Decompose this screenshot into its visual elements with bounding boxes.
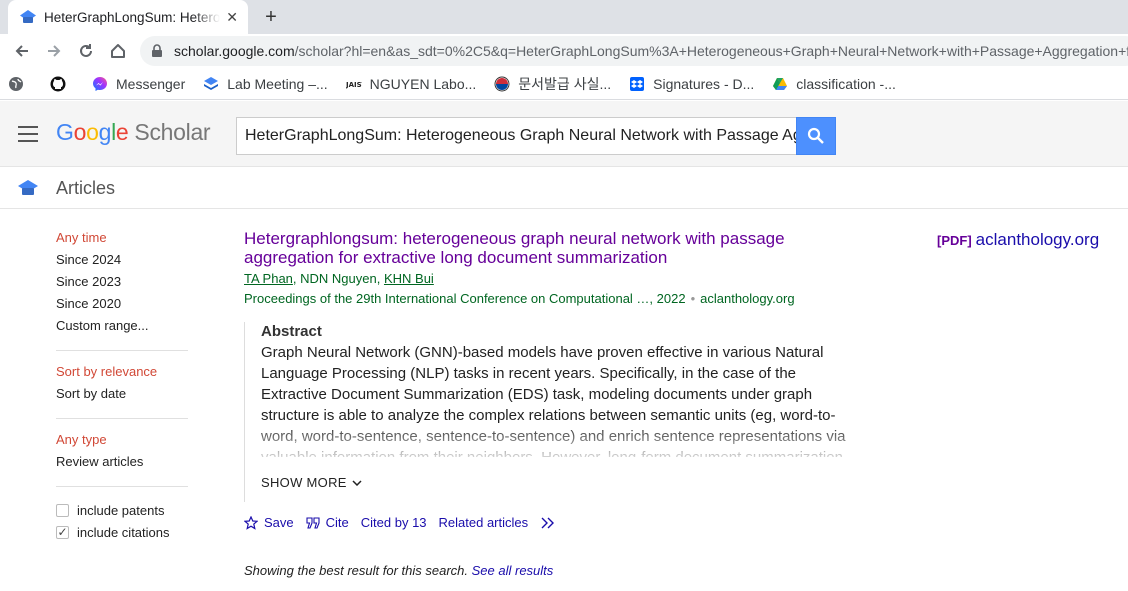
browser-toolbar: scholar.google.com/scholar?hl=en&as_sdt=… [0, 34, 1128, 68]
drive-icon [772, 76, 788, 92]
search-input[interactable]: HeterGraphLongSum: Heterogeneous Graph N… [236, 117, 797, 155]
pdf-link[interactable]: [PDF] aclanthology.org [937, 230, 1099, 250]
pdf-source: aclanthology.org [975, 230, 1100, 249]
quote-icon [306, 516, 320, 529]
bookmark-signatures[interactable]: Signatures - D... [629, 76, 754, 92]
abstract-panel: Abstract Graph Neural Network (GNN)-base… [244, 322, 854, 502]
bookmark-classification[interactable]: classification -... [772, 76, 896, 92]
result-venue: Proceedings of the 29th International Co… [244, 291, 795, 306]
reload-button[interactable] [70, 36, 102, 66]
globe-icon [8, 76, 24, 92]
cite-button[interactable]: Cite [306, 515, 349, 530]
scholar-header: Google Scholar HeterGraphLongSum: Heterog… [0, 101, 1128, 167]
browser-tabstrip: HeterGraphLongSum: Heterogeneous Graph N… [0, 0, 1128, 34]
url-host: scholar.google.com [174, 43, 295, 59]
filter-any-type[interactable]: Any type [56, 431, 188, 453]
korea-icon [494, 76, 510, 92]
save-button[interactable]: Save [244, 515, 294, 530]
double-chevron-right-icon [541, 517, 555, 528]
scholar-cap-icon [18, 180, 38, 195]
include-citations-label: include citations [77, 524, 170, 540]
forward-button[interactable] [38, 36, 70, 66]
bookmark-label: NGUYEN Labo... [369, 75, 477, 92]
abstract-heading: Abstract [261, 323, 322, 340]
jaist-icon: JAIST [346, 76, 362, 92]
search-icon [807, 127, 824, 144]
checkbox-unchecked-icon [56, 503, 69, 517]
bookmark-globe[interactable] [8, 76, 32, 92]
author-link[interactable]: TA Phan [244, 271, 293, 286]
back-button[interactable] [6, 36, 38, 66]
google-scholar-logo[interactable]: Google Scholar [56, 119, 211, 146]
divider [56, 350, 188, 351]
filter-any-time[interactable]: Any time [56, 229, 188, 251]
tab-title: HeterGraphLongSum: Heterogeneous Graph N… [44, 9, 221, 25]
bookmark-label: Lab Meeting –... [227, 75, 328, 92]
best-result-note: Showing the best result for this search.… [244, 563, 554, 578]
filter-review-articles[interactable]: Review articles [56, 453, 188, 475]
new-tab-button[interactable]: + [258, 4, 284, 30]
related-articles-link[interactable]: Related articles [439, 515, 529, 530]
github-icon [50, 76, 66, 92]
author-name: NDN Nguyen [300, 271, 377, 286]
bookmark-korea-docs[interactable]: 문서발급 사실... [494, 74, 611, 94]
search-result: Hetergraphlongsum: heterogeneous graph n… [244, 229, 854, 307]
tab-close-icon[interactable]: ✕ [226, 9, 238, 26]
filter-since-2024[interactable]: Since 2024 [56, 251, 188, 273]
bookmark-label: Signatures - D... [653, 75, 755, 92]
bookmark-github[interactable] [50, 76, 74, 92]
author-link[interactable]: KHN Bui [384, 271, 434, 286]
bookmark-nguyen-lab[interactable]: JAIST NGUYEN Labo... [346, 76, 477, 92]
bookmark-label: Messenger [116, 75, 186, 92]
svg-text:JAIST: JAIST [346, 81, 362, 89]
messenger-icon [92, 76, 108, 92]
divider [56, 418, 188, 419]
url-text: scholar.google.com/scholar?hl=en&as_sdt=… [174, 43, 1128, 59]
result-authors: TA Phan, NDN Nguyen, KHN Bui [244, 271, 434, 286]
scholar-favicon-icon [20, 10, 36, 23]
filter-since-2020[interactable]: Since 2020 [56, 295, 188, 317]
result-actions: Save Cite Cited by 13 Related articles [244, 515, 574, 530]
reload-icon [80, 44, 92, 57]
menu-icon[interactable] [18, 126, 38, 142]
layers-icon [203, 76, 219, 92]
more-options-button[interactable] [540, 517, 562, 529]
bookmarks-bar: Messenger Lab Meeting –... JAIST NGUYEN … [0, 68, 1128, 100]
result-title-link[interactable]: Hetergraphlongsum: heterogeneous graph n… [244, 229, 854, 267]
see-all-results-link[interactable]: See all results [472, 563, 554, 578]
home-button[interactable] [102, 36, 134, 66]
include-citations-checkbox[interactable]: ✓ include citations [56, 521, 188, 543]
star-icon [244, 515, 258, 530]
search-button[interactable] [796, 117, 836, 155]
bookmark-lab-meeting[interactable]: Lab Meeting –... [203, 75, 328, 92]
result-source: aclanthology.org [700, 291, 795, 306]
include-patents-label: include patents [77, 502, 165, 518]
section-title: Articles [56, 178, 116, 198]
show-more-button[interactable]: SHOW MORE [261, 475, 362, 490]
section-bar: Articles [0, 167, 1128, 209]
include-patents-checkbox[interactable]: include patents [56, 499, 188, 521]
cited-by-link[interactable]: Cited by 13 [361, 515, 427, 530]
checkmark-icon: ✓ [56, 525, 69, 539]
forward-arrow-icon [48, 45, 61, 57]
back-arrow-icon [15, 45, 28, 57]
bookmark-messenger[interactable]: Messenger [92, 76, 185, 92]
lock-icon [152, 44, 162, 57]
filter-custom-range[interactable]: Custom range... [56, 317, 188, 339]
divider [56, 486, 188, 487]
chevron-down-icon [352, 479, 362, 486]
dropbox-icon [629, 76, 645, 92]
filter-since-2023[interactable]: Since 2023 [56, 273, 188, 295]
home-icon [111, 44, 125, 58]
filter-sidebar: Any time Since 2024 Since 2023 Since 202… [56, 229, 188, 543]
sort-by-date[interactable]: Sort by date [56, 385, 188, 407]
pdf-tag: [PDF] [937, 233, 972, 248]
abstract-text: Graph Neural Network (GNN)-based models … [261, 344, 846, 457]
address-bar[interactable]: scholar.google.com/scholar?hl=en&as_sdt=… [140, 36, 1128, 66]
url-path: /scholar?hl=en&as_sdt=0%2C5&q=HeterGraph… [294, 43, 1128, 59]
bookmark-label: 문서발급 사실... [518, 75, 612, 92]
bookmark-label: classification -... [796, 75, 896, 92]
browser-tab[interactable]: HeterGraphLongSum: Heterogeneous Graph N… [8, 0, 248, 34]
sort-by-relevance[interactable]: Sort by relevance [56, 363, 188, 385]
